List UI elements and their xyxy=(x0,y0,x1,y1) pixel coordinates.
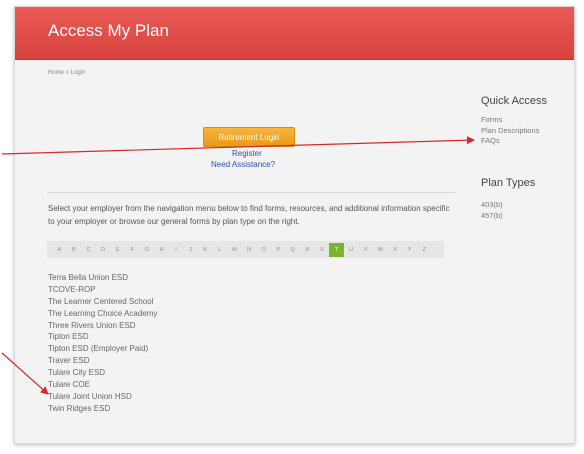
employer-link[interactable]: Tulare COE xyxy=(48,379,157,391)
employer-link[interactable]: Tipton ESD (Employer Paid) xyxy=(48,343,157,355)
employer-list: Terra Bella Union ESD TCOVE-ROP The Learne… xyxy=(48,272,157,415)
plan-type-457b-link[interactable]: 457(b) xyxy=(481,211,503,222)
need-assistance-link[interactable]: Need Assistance? xyxy=(211,160,275,169)
faqs-link[interactable]: FAQs xyxy=(481,136,571,147)
alphabet-letter-r[interactable]: R xyxy=(300,243,315,257)
alphabet-letter-q[interactable]: Q xyxy=(286,243,301,257)
intro-text: Select your employer from the navigation… xyxy=(48,204,450,226)
employer-link[interactable]: The Learning Choice Academy xyxy=(48,308,157,320)
register-link[interactable]: Register xyxy=(232,149,262,158)
plan-descriptions-link[interactable]: Plan Descriptions xyxy=(481,126,571,137)
alphabet-letter-i[interactable]: I xyxy=(169,243,184,257)
alphabet-letter-l[interactable]: L xyxy=(213,243,228,257)
alphabet-nav: ABCDEFGHIJKLMNOPQRSTUVWXYZ xyxy=(47,241,444,258)
employer-link[interactable]: TCOVE-ROP xyxy=(48,284,157,296)
main-content: Retirement Login Register Need Assistanc… xyxy=(47,99,457,441)
alphabet-letter-z[interactable]: Z xyxy=(417,243,432,257)
employer-link[interactable]: Tulare City ESD xyxy=(48,367,157,379)
divider xyxy=(47,192,455,193)
alphabet-letter-m[interactable]: M xyxy=(227,243,242,257)
alphabet-letter-u[interactable]: U xyxy=(344,243,359,257)
alphabet-letter-h[interactable]: H xyxy=(154,243,169,257)
plan-types-title: Plan Types xyxy=(481,177,536,189)
employer-link[interactable]: Tulare Joint Union HSD xyxy=(48,391,157,403)
forms-link[interactable]: Forms xyxy=(481,115,571,126)
alphabet-letter-k[interactable]: K xyxy=(198,243,213,257)
alphabet-letter-g[interactable]: G xyxy=(140,243,155,257)
employer-link[interactable]: Three Rivers Union ESD xyxy=(48,320,157,332)
employer-link[interactable]: Traver ESD xyxy=(48,355,157,367)
alphabet-letter-w[interactable]: W xyxy=(373,243,388,257)
alphabet-letter-e[interactable]: E xyxy=(110,243,125,257)
alphabet-letter-d[interactable]: D xyxy=(96,243,111,257)
page-title: Access My Plan xyxy=(48,21,169,40)
alphabet-letter-t[interactable]: T xyxy=(329,242,344,257)
employer-link[interactable]: The Learner Centered School xyxy=(48,296,157,308)
alphabet-letter-b[interactable]: B xyxy=(67,243,82,257)
alphabet-letter-v[interactable]: V xyxy=(358,243,373,257)
employer-link[interactable]: Tipton ESD xyxy=(48,331,157,343)
page-frame: Access My Plan Home » Login Retirement L… xyxy=(14,6,575,444)
alphabet-letter-a[interactable]: A xyxy=(52,243,67,257)
alphabet-letter-o[interactable]: O xyxy=(256,243,271,257)
alphabet-letter-j[interactable]: J xyxy=(183,243,198,257)
retirement-login-button[interactable]: Retirement Login xyxy=(203,127,295,147)
plan-types-panel: 403(b) 457(b) xyxy=(481,200,503,221)
page-header: Access My Plan xyxy=(15,7,574,60)
quick-access-panel: Quick Access Forms Plan Descriptions FAQ… xyxy=(481,95,571,147)
employer-link[interactable]: Twin Ridges ESD xyxy=(48,403,157,415)
alphabet-letter-c[interactable]: C xyxy=(81,243,96,257)
alphabet-letter-n[interactable]: N xyxy=(242,243,257,257)
plan-type-403b-link[interactable]: 403(b) xyxy=(481,200,503,211)
employer-link[interactable]: Terra Bella Union ESD xyxy=(48,272,157,284)
alphabet-letter-s[interactable]: S xyxy=(315,243,330,257)
alphabet-letter-y[interactable]: Y xyxy=(402,243,417,257)
alphabet-letter-x[interactable]: X xyxy=(388,243,403,257)
breadcrumb[interactable]: Home » Login xyxy=(48,70,85,76)
alphabet-letter-f[interactable]: F xyxy=(125,243,140,257)
alphabet-letter-p[interactable]: P xyxy=(271,243,286,257)
quick-access-title: Quick Access xyxy=(481,95,548,107)
